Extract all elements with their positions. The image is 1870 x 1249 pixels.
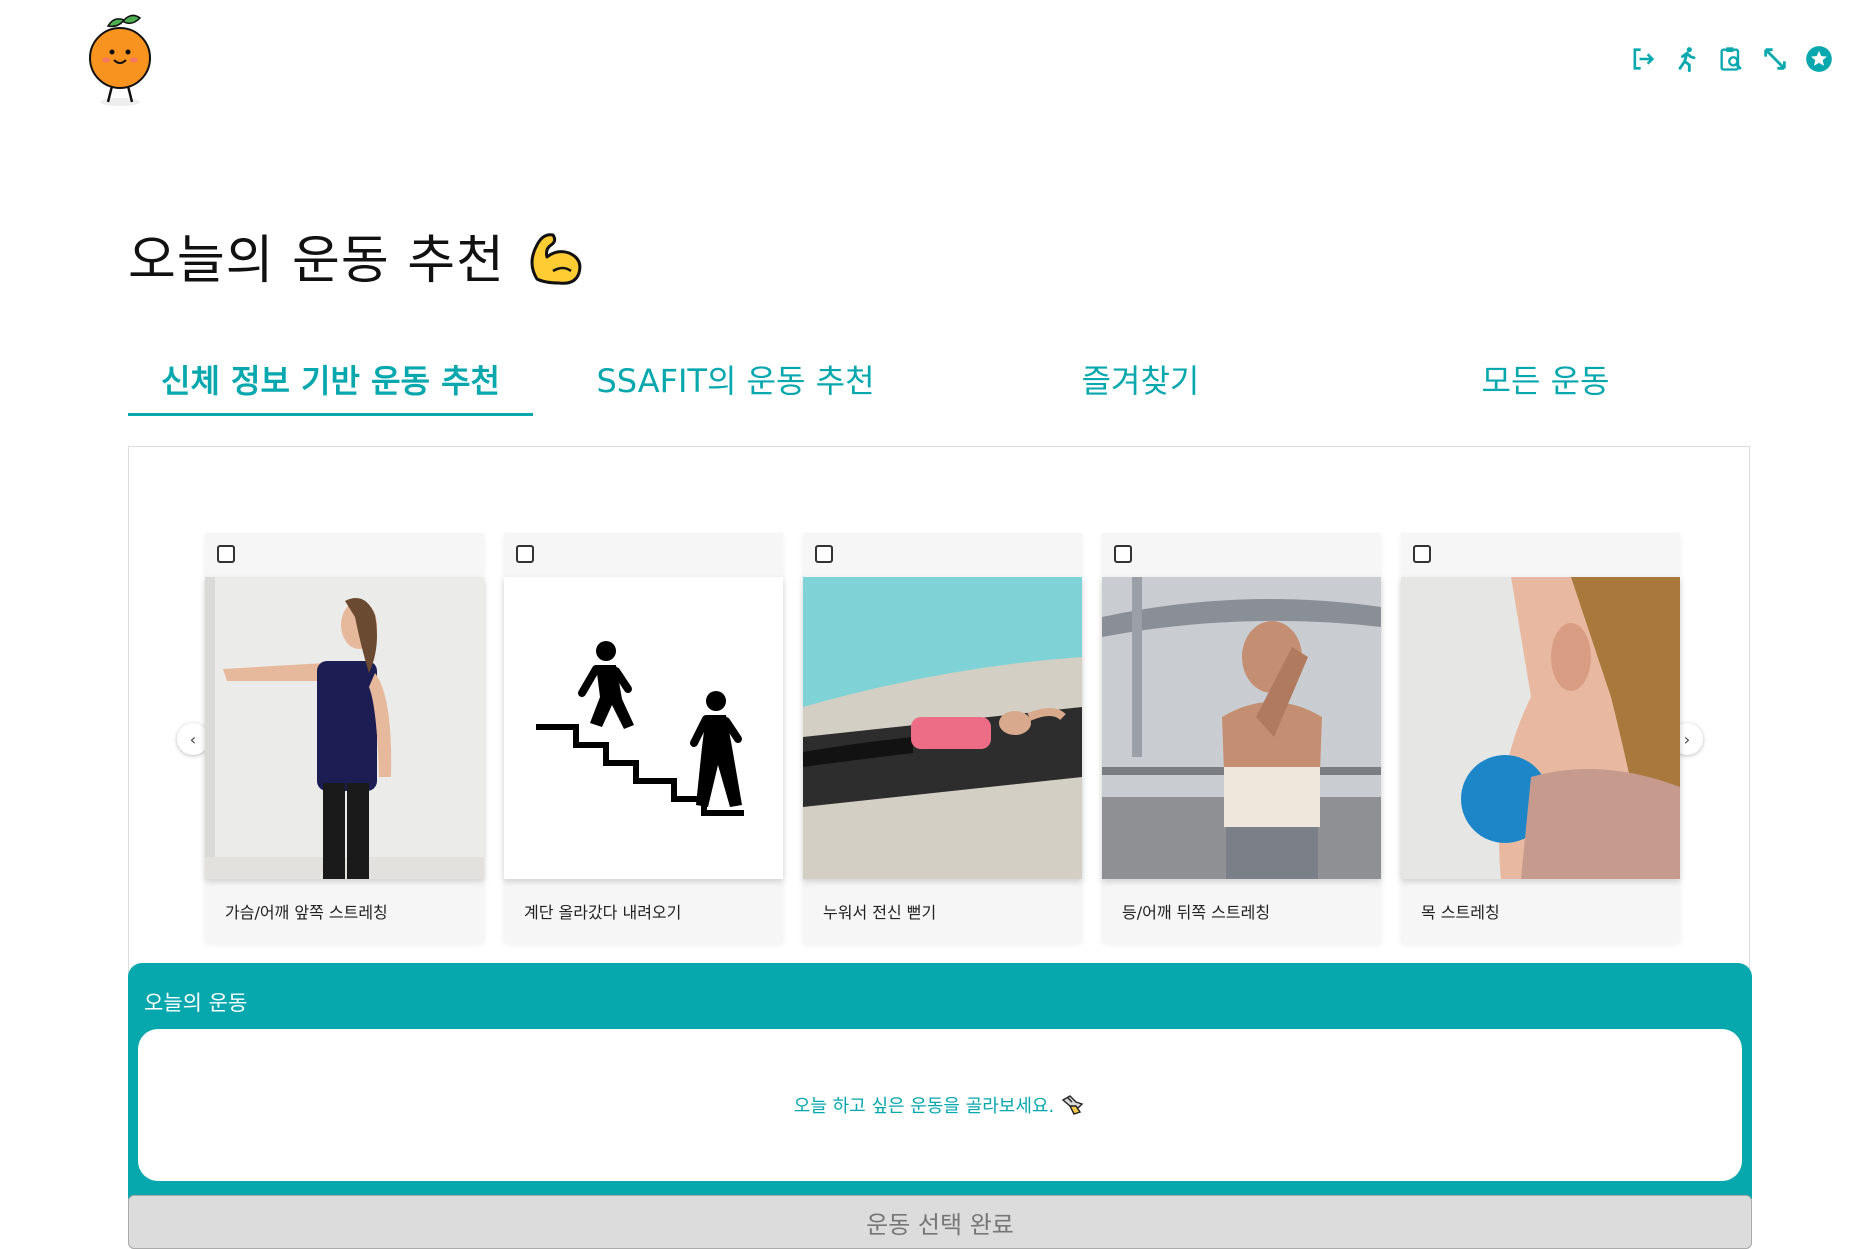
clipboard-search-icon[interactable] xyxy=(1716,44,1746,74)
exercise-image-chest-stretch[interactable] xyxy=(205,577,484,879)
resize-icon[interactable] xyxy=(1760,44,1790,74)
flexed-biceps-icon xyxy=(523,223,589,289)
exercise-card[interactable]: 누워서 전신 뻗기 xyxy=(803,533,1082,943)
exercise-image-stairs[interactable] xyxy=(504,577,783,879)
running-icon[interactable] xyxy=(1672,44,1702,74)
exercise-image-full-body-stretch[interactable] xyxy=(803,577,1082,879)
today-workout-title: 오늘의 운동 xyxy=(144,991,248,1015)
exercise-card[interactable]: 등/어깨 뒤쪽 스트레칭 xyxy=(1102,533,1381,943)
exercise-checkbox[interactable] xyxy=(1413,545,1431,563)
exercise-checkbox[interactable] xyxy=(1114,545,1132,563)
exercise-label: 목 스트레칭 xyxy=(1421,903,1500,922)
complete-selection-button[interactable]: 운동 선택 완료 xyxy=(128,1195,1752,1249)
exercise-checkbox[interactable] xyxy=(516,545,534,563)
exercise-card[interactable]: 가슴/어깨 앞쪽 스트레칭 xyxy=(205,533,484,943)
exercise-card[interactable]: 목 스트레칭 xyxy=(1401,533,1680,943)
tab-all-exercises[interactable]: 모든 운동 xyxy=(1343,350,1748,416)
page-title-row: 오늘의 운동 추천 xyxy=(128,218,589,293)
today-workout-list: 오늘 하고 싶은 운동을 골라보세요. xyxy=(138,1029,1742,1181)
exercise-carousel: ‹ › 가슴/어깨 앞쪽 스트레칭 계단 올라갔다 내려오기 누워서 전신 뻗기… xyxy=(177,533,1703,943)
today-workout-placeholder: 오늘 하고 싶은 운동을 골라보세요. xyxy=(793,1096,1055,1117)
exercise-card-list: 가슴/어깨 앞쪽 스트레칭 계단 올라갔다 내려오기 누워서 전신 뻗기 등/어… xyxy=(205,533,1680,943)
exercise-checkbox[interactable] xyxy=(217,545,235,563)
star-badge-icon[interactable] xyxy=(1804,44,1834,74)
tab-favorites[interactable]: 즐겨찾기 xyxy=(938,350,1343,416)
exercise-image-neck-stretch[interactable] xyxy=(1401,577,1680,879)
exercise-label: 등/어깨 뒤쪽 스트레칭 xyxy=(1122,903,1271,922)
tab-body-info-recommendation[interactable]: 신체 정보 기반 운동 추천 xyxy=(128,350,533,416)
page-title: 오늘의 운동 추천 xyxy=(128,231,505,291)
orange-mascot-logo[interactable] xyxy=(84,10,156,110)
top-nav-icons xyxy=(1628,44,1834,74)
logout-icon[interactable] xyxy=(1628,44,1658,74)
exercise-checkbox[interactable] xyxy=(815,545,833,563)
exercise-label: 누워서 전신 뻗기 xyxy=(823,903,937,922)
exercise-card[interactable]: 계단 올라갔다 내려오기 xyxy=(504,533,783,943)
exercise-image-back-shoulder-stretch[interactable] xyxy=(1102,577,1381,879)
tab-ssafit-recommendation[interactable]: SSAFIT의 운동 추천 xyxy=(533,350,938,416)
recommendation-panel: ‹ › 가슴/어깨 앞쪽 스트레칭 계단 올라갔다 내려오기 누워서 전신 뻗기… xyxy=(128,446,1752,1249)
exercise-label: 가슴/어깨 앞쪽 스트레칭 xyxy=(225,903,388,922)
today-workout-box: 오늘의 운동 오늘 하고 싶은 운동을 골라보세요. xyxy=(128,963,1752,1199)
exercise-label: 계단 올라갔다 내려오기 xyxy=(524,903,682,922)
running-shoe-icon xyxy=(1060,1092,1086,1118)
tab-bar: 신체 정보 기반 운동 추천 SSAFIT의 운동 추천 즐겨찾기 모든 운동 xyxy=(128,350,1748,416)
